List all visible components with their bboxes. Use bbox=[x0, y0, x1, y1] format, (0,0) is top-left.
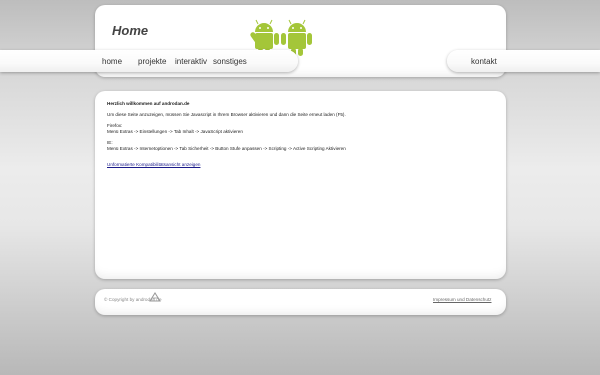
javascript-notice: Um diese Seite anzuzeigen, müssen Sie Ja… bbox=[107, 112, 346, 117]
nav-item-projekte[interactable]: projekte bbox=[138, 57, 166, 66]
contact-nav-pill bbox=[447, 50, 600, 72]
nav-item-sonstiges[interactable]: sonstiges bbox=[213, 57, 247, 66]
nav-item-home[interactable]: home bbox=[102, 57, 122, 66]
content-body: Herzlich willkommen auf androdan.de Um d… bbox=[107, 101, 346, 168]
impressum-link[interactable]: Impressum und Datenschutz bbox=[433, 297, 491, 302]
nav-item-interaktiv[interactable]: interaktiv bbox=[175, 57, 207, 66]
page-title: Home bbox=[112, 23, 149, 38]
androdan-logo-icon bbox=[149, 292, 161, 302]
ie-instructions: Menü Extras -> Internetoptionen -> Tab S… bbox=[107, 146, 346, 151]
nav-item-kontakt[interactable]: kontakt bbox=[471, 57, 497, 66]
compatibility-view-link[interactable]: Unformatierte Kompatibilitätsansicht anz… bbox=[107, 162, 200, 167]
